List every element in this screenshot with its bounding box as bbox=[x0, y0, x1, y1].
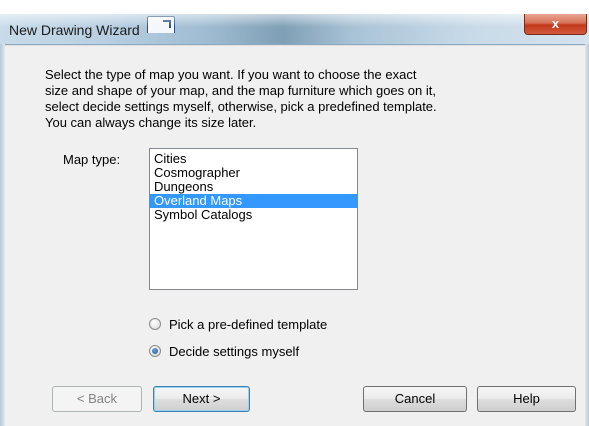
instructions-text: Select the type of map you want. If you … bbox=[45, 67, 545, 131]
instructions-line: size and shape of your map, and the map … bbox=[45, 83, 436, 98]
map-type-label: Map type: bbox=[63, 152, 121, 167]
header-divider bbox=[5, 45, 585, 46]
map-type-item-cities[interactable]: Cities bbox=[150, 152, 357, 166]
radio-button-checked[interactable] bbox=[149, 345, 161, 357]
help-button[interactable]: Help bbox=[477, 386, 576, 412]
map-type-listbox[interactable]: Cities Cosmographer Dungeons Overland Ma… bbox=[149, 148, 358, 290]
window-frame-right bbox=[585, 44, 589, 426]
map-type-item-overland-maps[interactable]: Overland Maps bbox=[150, 194, 357, 208]
radio-decide-settings-label: Decide settings myself bbox=[169, 343, 300, 359]
map-type-item-dungeons[interactable]: Dungeons bbox=[150, 180, 357, 194]
back-button[interactable]: < Back bbox=[52, 386, 142, 412]
window-title: New Drawing Wizard bbox=[9, 22, 140, 38]
radio-pick-template[interactable]: Pick a pre-defined template bbox=[149, 315, 327, 333]
close-button[interactable]: x bbox=[524, 14, 587, 35]
radio-pick-template-label: Pick a pre-defined template bbox=[169, 316, 328, 332]
next-button[interactable]: Next > bbox=[153, 386, 250, 412]
map-type-item-cosmographer[interactable]: Cosmographer bbox=[150, 166, 357, 180]
instructions-line: You can always change its size later. bbox=[45, 115, 257, 130]
radio-button-unchecked[interactable] bbox=[149, 318, 161, 330]
instructions-line: Select the type of map you want. If you … bbox=[45, 67, 417, 82]
radio-decide-settings[interactable]: Decide settings myself bbox=[149, 342, 299, 360]
drawing-document-icon bbox=[147, 16, 175, 33]
cancel-button[interactable]: Cancel bbox=[363, 386, 467, 412]
map-type-item-symbol-catalogs[interactable]: Symbol Catalogs bbox=[150, 208, 357, 222]
close-icon: x bbox=[551, 16, 560, 31]
instructions-line: select decide settings myself, otherwise… bbox=[45, 99, 437, 114]
